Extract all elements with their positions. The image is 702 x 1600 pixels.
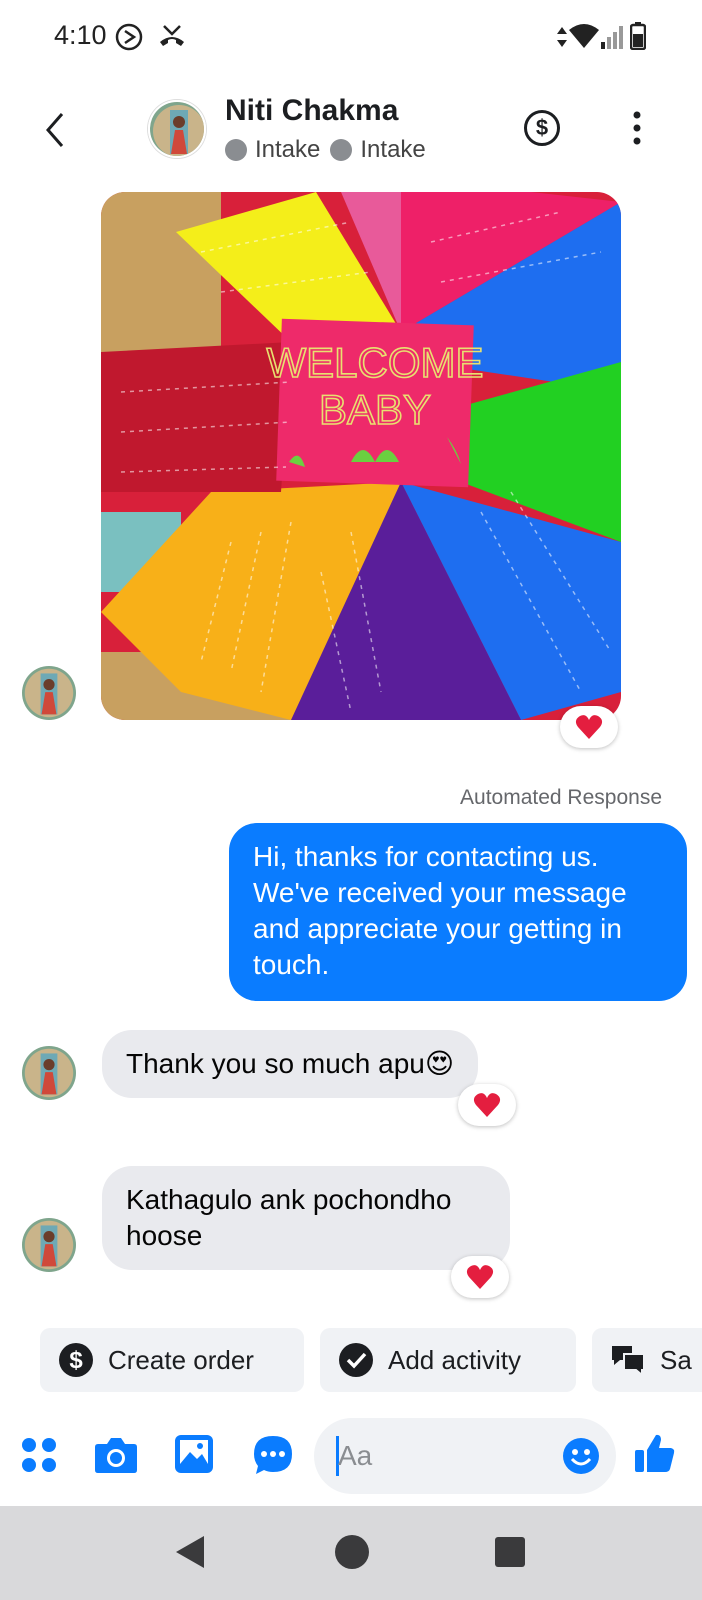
- battery-icon: [630, 22, 646, 50]
- message-composer: Aa: [0, 1414, 702, 1498]
- back-arrow-icon[interactable]: [40, 108, 70, 152]
- message-input[interactable]: Aa: [314, 1418, 616, 1494]
- thumbs-up-icon[interactable]: [634, 1432, 676, 1474]
- contact-name[interactable]: Niti Chakma: [225, 94, 398, 128]
- baby-text: BABY: [319, 386, 431, 433]
- check-circle-icon: [339, 1343, 373, 1377]
- add-activity-label: Add activity: [388, 1344, 521, 1375]
- payment-button[interactable]: $: [524, 110, 560, 146]
- emoji-icon[interactable]: [562, 1437, 600, 1475]
- messenger-bubble-icon[interactable]: [252, 1434, 294, 1476]
- wifi-icon: [569, 24, 599, 48]
- contact-labels[interactable]: Intake Intake: [225, 136, 436, 164]
- nav-recents-icon[interactable]: [494, 1536, 526, 1568]
- image-message[interactable]: WELCOME BABY: [101, 192, 621, 720]
- contact-avatar[interactable]: [22, 1046, 76, 1100]
- heart-reaction[interactable]: [458, 1084, 516, 1126]
- conversation-header: Niti Chakma Intake Intake $: [0, 80, 702, 180]
- incoming-message[interactable]: Thank you so much apu😍: [102, 1030, 479, 1098]
- label-tag: Intake: [360, 136, 426, 163]
- contact-avatar[interactable]: [22, 666, 76, 720]
- status-time: 4:10: [54, 20, 107, 50]
- label-tag: Intake: [255, 136, 321, 163]
- dollar-circle-icon: $: [59, 1343, 93, 1377]
- label-dot-icon: [225, 139, 247, 161]
- heart-icon: [473, 1093, 501, 1117]
- chat-bubbles-icon: [612, 1346, 645, 1378]
- missed-call-icon: [160, 25, 184, 46]
- heart-reaction[interactable]: [451, 1256, 509, 1298]
- welcome-text: WELCOME: [266, 339, 483, 386]
- nav-home-icon[interactable]: [334, 1534, 370, 1570]
- more-options-icon[interactable]: [632, 110, 642, 146]
- automated-response-label: Automated Response: [460, 786, 662, 809]
- heart-icon: [466, 1265, 494, 1289]
- contact-avatar[interactable]: [22, 1218, 76, 1272]
- add-activity-button[interactable]: Add activity: [320, 1328, 576, 1392]
- data-arrows-icon: [557, 27, 567, 47]
- data-saver-icon: [115, 23, 143, 51]
- saved-replies-label: Sa: [660, 1344, 692, 1375]
- signal-icon: [601, 26, 623, 49]
- saved-replies-button[interactable]: Sa: [592, 1328, 702, 1392]
- status-bar: 4:10: [0, 0, 702, 72]
- system-navigation-bar: [0, 1506, 702, 1600]
- label-dot-icon: [330, 139, 353, 161]
- create-order-label: Create order: [108, 1344, 254, 1375]
- quick-actions-bar: $ Create order Add activity Sa: [0, 1328, 702, 1394]
- incoming-message[interactable]: Kathagulo ank pochondho hoose: [102, 1166, 510, 1270]
- apps-grid-icon[interactable]: [20, 1436, 58, 1474]
- heart-reaction[interactable]: [560, 706, 618, 748]
- gallery-icon[interactable]: [174, 1434, 214, 1474]
- heart-icon: [575, 715, 603, 739]
- camera-icon[interactable]: [94, 1436, 138, 1474]
- nav-back-icon[interactable]: [174, 1534, 206, 1570]
- contact-avatar[interactable]: [148, 100, 206, 158]
- create-order-button[interactable]: $ Create order: [40, 1328, 304, 1392]
- quilt-photo: WELCOME BABY: [101, 192, 621, 720]
- message-input-placeholder: Aa: [338, 1440, 373, 1471]
- outgoing-message[interactable]: Hi, thanks for contacting us. We've rece…: [229, 823, 687, 1001]
- svg-text:$: $: [69, 1347, 83, 1374]
